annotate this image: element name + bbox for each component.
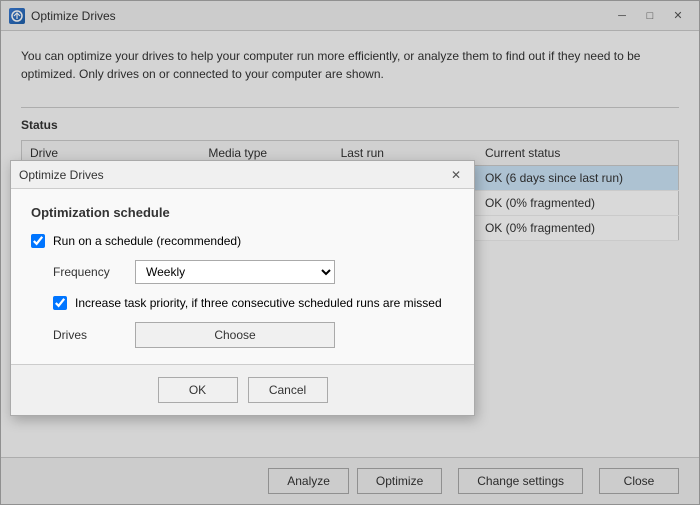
drives-label: Drives	[53, 328, 123, 342]
frequency-row: Frequency Daily Weekly Monthly	[31, 260, 454, 284]
optimization-schedule-title: Optimization schedule	[31, 205, 454, 220]
dialog-title-bar: Optimize Drives ✕	[11, 161, 474, 189]
drives-row: Drives Choose	[31, 322, 454, 348]
priority-checkbox-label: Increase task priority, if three consecu…	[75, 296, 442, 310]
choose-button[interactable]: Choose	[135, 322, 335, 348]
cancel-button[interactable]: Cancel	[248, 377, 328, 403]
dialog-title: Optimize Drives	[19, 168, 446, 182]
dialog-close-button[interactable]: ✕	[446, 166, 466, 184]
ok-button[interactable]: OK	[158, 377, 238, 403]
schedule-checkbox-label: Run on a schedule (recommended)	[53, 234, 241, 248]
frequency-label: Frequency	[53, 265, 123, 279]
priority-checkbox[interactable]	[53, 296, 67, 310]
dialog-footer: OK Cancel	[11, 364, 474, 415]
dialog-content: Optimization schedule Run on a schedule …	[11, 189, 474, 364]
priority-checkbox-row: Increase task priority, if three consecu…	[31, 296, 454, 310]
frequency-select[interactable]: Daily Weekly Monthly	[135, 260, 335, 284]
schedule-checkbox[interactable]	[31, 234, 45, 248]
schedule-checkbox-row: Run on a schedule (recommended)	[31, 234, 454, 248]
optimize-dialog: Optimize Drives ✕ Optimization schedule …	[10, 160, 475, 416]
